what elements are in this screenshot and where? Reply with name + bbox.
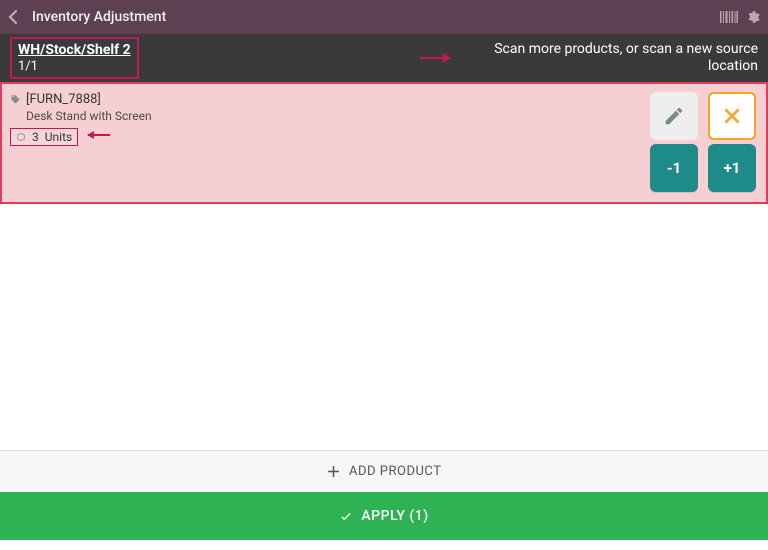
decrement-button[interactable]: -1 [650, 144, 698, 192]
arrow-right-icon [420, 57, 450, 59]
quantity-uom: Units [45, 130, 72, 144]
location-path: WH/Stock/Shelf 2 [18, 42, 131, 60]
product-sku: [FURN_7888] [26, 92, 101, 107]
quantity-value: 3 [32, 130, 39, 144]
cancel-button[interactable] [708, 92, 756, 140]
barcode-icon[interactable] [720, 11, 738, 23]
scan-hint: Scan more products, or scan a new source… [458, 41, 758, 76]
edit-button[interactable] [650, 92, 698, 140]
product-card: [FURN_7888] Desk Stand with Screen 3 Uni… [0, 82, 768, 204]
pencil-icon [663, 105, 685, 127]
page-title: Inventory Adjustment [32, 9, 720, 25]
content-area [0, 204, 768, 450]
arrow-left-icon [88, 134, 110, 136]
apply-label: APPLY (1) [361, 508, 428, 524]
quantity-box[interactable]: 3 Units [10, 128, 78, 146]
gear-icon[interactable] [746, 10, 760, 24]
cube-icon [16, 132, 26, 142]
product-name: Desk Stand with Screen [26, 109, 758, 123]
back-icon[interactable] [8, 10, 26, 24]
app-topbar: Inventory Adjustment [0, 0, 768, 34]
location-box[interactable]: WH/Stock/Shelf 2 1/1 [10, 37, 139, 80]
close-icon [722, 106, 742, 126]
add-product-button[interactable]: ＋ ADD PRODUCT [0, 450, 768, 492]
add-product-label: ADD PRODUCT [349, 464, 441, 479]
plus-icon: ＋ [327, 462, 342, 482]
apply-button[interactable]: APPLY (1) [0, 492, 768, 540]
location-progress: 1/1 [18, 59, 131, 75]
check-icon [339, 509, 353, 523]
increment-button[interactable]: +1 [708, 144, 756, 192]
tag-icon [10, 94, 21, 105]
location-bar: WH/Stock/Shelf 2 1/1 Scan more products,… [0, 34, 768, 82]
